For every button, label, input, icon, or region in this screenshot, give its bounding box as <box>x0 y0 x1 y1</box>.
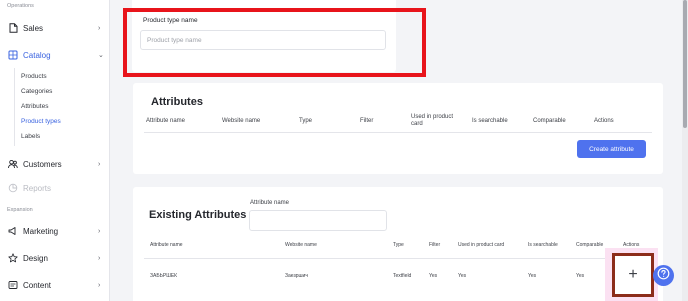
sidebar-subitem-attributes[interactable]: Attributes <box>21 103 48 110</box>
column-header-filter: Filter <box>429 242 441 248</box>
column-header-comparable: Comparable <box>533 118 566 124</box>
cell-attribute-name: ЗАБЬРШЕК <box>150 273 178 279</box>
chevron-right-icon: › <box>98 254 101 262</box>
product-type-name-input[interactable]: Product type name <box>140 30 386 50</box>
column-header-used-in-product-card: Used in product card <box>458 242 505 248</box>
catalog-icon <box>8 50 18 60</box>
help-icon <box>657 267 670 285</box>
cell-is-searchable: Yes <box>528 273 537 279</box>
sidebar-subitem-labels[interactable]: Labels <box>21 133 40 140</box>
sidebar-item-customers[interactable]: Customers › <box>0 157 110 171</box>
chevron-down-icon: ⌄ <box>98 52 104 59</box>
marketing-icon <box>8 226 18 236</box>
customers-icon <box>8 159 18 169</box>
sidebar-item-sales[interactable]: Sales › <box>0 21 110 35</box>
table-divider <box>144 258 652 259</box>
page-scrollbar[interactable] <box>682 0 688 301</box>
sidebar-item-label: Reports <box>23 183 52 193</box>
table-divider <box>144 132 652 133</box>
attributes-card <box>133 83 663 174</box>
sidebar-subitem-products[interactable]: Products <box>21 73 47 80</box>
column-header-comparable: Comparable <box>576 242 604 248</box>
chevron-right-icon: › <box>98 227 101 235</box>
attribute-name-search-input[interactable] <box>249 210 387 231</box>
sidebar-item-label: Content <box>23 280 52 290</box>
column-header-type: Type <box>299 118 313 124</box>
sidebar-item-reports: Reports <box>0 181 110 195</box>
sidebar-item-label: Customers <box>23 159 62 169</box>
sales-doc-icon <box>8 23 18 33</box>
section-label-operations: Operations <box>7 3 34 9</box>
sidebar-item-catalog[interactable]: Catalog ⌄ <box>0 48 110 62</box>
attributes-title: Attributes <box>151 96 203 108</box>
scrollbar-thumb[interactable] <box>683 0 687 128</box>
chevron-right-icon: › <box>98 160 101 168</box>
column-header-actions: Actions <box>594 118 614 124</box>
column-header-used-in-product-card: Used in product card <box>411 114 454 127</box>
sidebar: Operations Sales › Catalog ⌄ Products Ca… <box>0 0 110 301</box>
cell-used-in-product-card: Yes <box>458 273 467 279</box>
column-header-website-name: Website name <box>285 242 317 248</box>
column-header-website-name: Website name <box>222 118 261 124</box>
design-icon <box>8 253 18 263</box>
column-header-attribute-name: Attribute name <box>146 118 186 124</box>
cell-website-name: Заезршич <box>285 273 308 279</box>
chevron-right-icon: › <box>98 281 101 289</box>
product-type-name-label: Product type name <box>143 17 198 24</box>
reports-icon <box>8 183 18 193</box>
section-label-expansion: Expansion <box>7 207 33 213</box>
column-header-filter: Filter <box>360 118 374 124</box>
sidebar-item-content[interactable]: Content › <box>0 278 110 292</box>
submenu-divider <box>14 68 15 146</box>
column-header-is-searchable: Is searchable <box>528 242 558 248</box>
column-header-type: Type <box>393 242 404 248</box>
sidebar-subitem-product-types[interactable]: Product types <box>21 118 61 125</box>
sidebar-item-design[interactable]: Design › <box>0 251 110 265</box>
column-header-attribute-name: Attribute name <box>150 242 183 248</box>
sidebar-item-marketing[interactable]: Marketing › <box>0 224 110 238</box>
sidebar-item-label: Sales <box>23 23 44 33</box>
sidebar-item-label: Marketing <box>23 226 59 236</box>
sidebar-item-label: Design <box>23 253 48 263</box>
cell-type: Textfield <box>393 273 412 279</box>
attribute-name-search-label: Attribute name <box>250 200 290 206</box>
existing-attributes-title: Existing Attributes <box>149 209 247 221</box>
cell-filter: Yes <box>429 273 438 279</box>
create-attribute-button[interactable]: Create attribute <box>577 140 646 158</box>
content-icon <box>8 280 18 290</box>
sidebar-item-label: Catalog <box>23 50 51 60</box>
help-button[interactable] <box>653 265 674 286</box>
cell-comparable: Yes <box>576 273 585 279</box>
column-header-is-searchable: Is searchable <box>472 118 508 124</box>
sidebar-subitem-categories[interactable]: Categories <box>21 88 52 95</box>
chevron-right-icon: › <box>98 24 101 32</box>
add-attribute-button[interactable]: + <box>612 253 654 297</box>
